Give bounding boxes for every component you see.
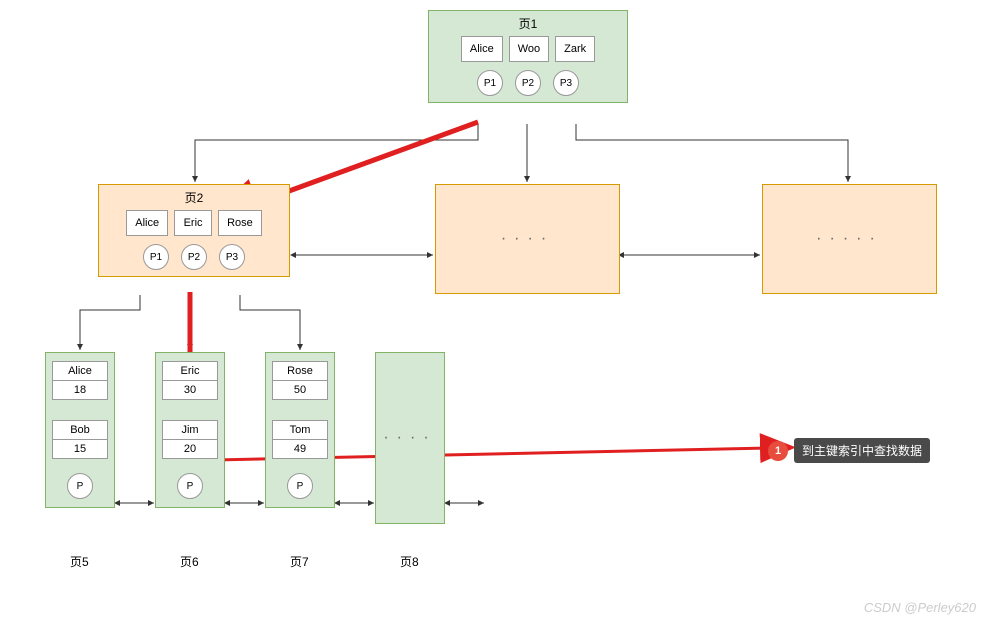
leaf-page: Eric 30 Jim 20 P: [155, 352, 225, 508]
level2-ptr: P1: [143, 244, 169, 270]
leaf-record: Alice 18: [52, 361, 108, 400]
level2-placeholder: ····: [435, 184, 620, 294]
leaf-record: Bob 15: [52, 420, 108, 459]
leaf-label: 页6: [180, 553, 199, 570]
record-value: 15: [52, 440, 108, 459]
root-key: Alice: [461, 36, 503, 62]
leaf-page-placeholder: ····: [375, 352, 445, 524]
ellipsis: ····: [382, 361, 438, 515]
level2-placeholder: ·····: [762, 184, 937, 294]
root-key: Zark: [555, 36, 595, 62]
record-name: Rose: [272, 361, 328, 381]
leaf-ptr: P: [67, 473, 93, 499]
root-ptr: P3: [553, 70, 579, 96]
ellipsis: ·····: [763, 185, 936, 293]
leaf-record: Jim 20: [162, 420, 218, 459]
leaf-page: Rose 50 Tom 49 P: [265, 352, 335, 508]
record-value: 50: [272, 381, 328, 400]
level2-ptr: P2: [181, 244, 207, 270]
record-value: 20: [162, 440, 218, 459]
root-ptr: P2: [515, 70, 541, 96]
leaf-record: Rose 50: [272, 361, 328, 400]
root-key: Woo: [509, 36, 549, 62]
root-title: 页1: [429, 11, 627, 36]
leaf-record: Eric 30: [162, 361, 218, 400]
annotation: 1 到主键索引中查找数据: [768, 438, 930, 463]
level2-ptr: P3: [219, 244, 245, 270]
root-ptr: P1: [477, 70, 503, 96]
watermark: CSDN @Perley620: [864, 600, 976, 615]
level2-key: Eric: [174, 210, 212, 236]
record-name: Jim: [162, 420, 218, 440]
level2-key: Alice: [126, 210, 168, 236]
level2-key: Rose: [218, 210, 262, 236]
root-page: 页1 Alice Woo Zark P1 P2 P3: [428, 10, 628, 103]
leaf-ptr: P: [177, 473, 203, 499]
record-value: 30: [162, 381, 218, 400]
leaf-page: Alice 18 Bob 15 P: [45, 352, 115, 508]
leaf-record: Tom 49: [272, 420, 328, 459]
leaf-label: 页7: [290, 553, 309, 570]
record-name: Eric: [162, 361, 218, 381]
record-value: 18: [52, 381, 108, 400]
record-name: Bob: [52, 420, 108, 440]
leaf-label: 页5: [70, 553, 89, 570]
record-name: Alice: [52, 361, 108, 381]
record-name: Tom: [272, 420, 328, 440]
leaf-ptr: P: [287, 473, 313, 499]
annotation-number: 1: [768, 441, 788, 461]
level2-page: 页2 Alice Eric Rose P1 P2 P3: [98, 184, 290, 277]
leaf-label: 页8: [400, 553, 419, 570]
level2-title: 页2: [99, 185, 289, 210]
ellipsis: ····: [436, 185, 619, 293]
annotation-text: 到主键索引中查找数据: [794, 438, 930, 463]
record-value: 49: [272, 440, 328, 459]
